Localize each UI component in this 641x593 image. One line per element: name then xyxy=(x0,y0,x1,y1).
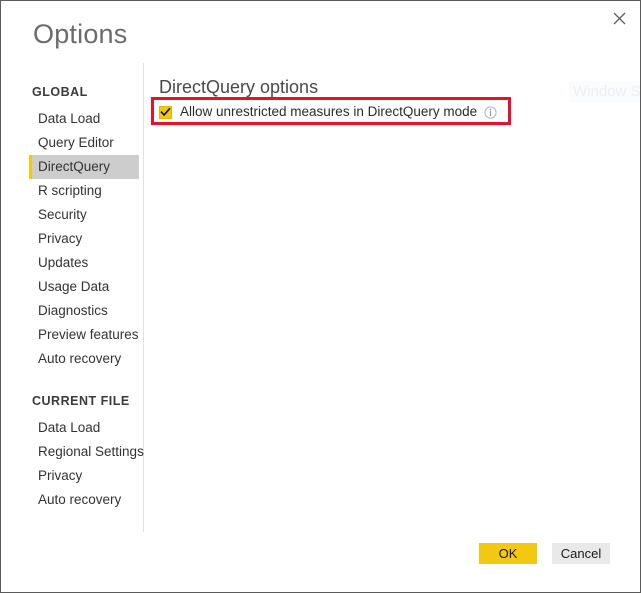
sidebar-item-label: Auto recovery xyxy=(38,351,122,366)
allow-unrestricted-measures-label: Allow unrestricted measures in DirectQue… xyxy=(180,104,478,119)
allow-unrestricted-measures-row[interactable]: Allow unrestricted measures in DirectQue… xyxy=(159,103,497,121)
dialog-footer: OK Cancel xyxy=(1,532,640,592)
section-title: DirectQuery options xyxy=(159,77,319,97)
ok-button[interactable]: OK xyxy=(479,543,537,564)
sidebar-group-header-current-file: CURRENT FILE xyxy=(32,394,130,408)
sidebar-item-security[interactable]: Security xyxy=(29,203,139,227)
sidebar-item-usage-data[interactable]: Usage Data xyxy=(29,275,139,299)
sidebar-item-preview-features[interactable]: Preview features xyxy=(29,323,139,347)
sidebar-item-label: Query Editor xyxy=(38,135,114,150)
sidebar-item-label: Privacy xyxy=(38,231,83,246)
dialog-titlebar: Options xyxy=(1,1,640,63)
selected-accent-bar xyxy=(29,155,32,179)
sidebar-item-label: Auto recovery xyxy=(38,492,122,507)
sidebar-item-query-editor[interactable]: Query Editor xyxy=(29,131,139,155)
sidebar-item-label: Updates xyxy=(38,255,89,270)
sidebar-item-label: Regional Settings xyxy=(38,444,144,459)
sidebar-item-label: Security xyxy=(38,207,87,222)
page-title: Options xyxy=(33,19,128,49)
sidebar-item-diagnostics[interactable]: Diagnostics xyxy=(29,299,139,323)
sidebar-item-label: R scripting xyxy=(38,183,102,198)
sidebar-item-regional-settings[interactable]: Regional Settings xyxy=(29,440,144,464)
sidebar-item-label: Data Load xyxy=(38,111,101,126)
close-button[interactable] xyxy=(602,3,636,33)
sidebar-item-label: Privacy xyxy=(38,468,83,483)
sidebar-item-data-load-global[interactable]: Data Load xyxy=(29,107,139,131)
sidebar-item-privacy-global[interactable]: Privacy xyxy=(29,227,139,251)
sidebar-item-label: Data Load xyxy=(38,420,101,435)
sidebar-item-label: DirectQuery xyxy=(38,159,111,174)
content-pane: DirectQuery options Allow unrestricted m… xyxy=(144,63,640,531)
close-icon xyxy=(613,12,626,25)
cancel-button[interactable]: Cancel xyxy=(552,543,610,564)
sidebar: GLOBAL Data Load Query Editor DirectQuer… xyxy=(1,63,144,531)
sidebar-item-updates[interactable]: Updates xyxy=(29,251,139,275)
info-icon[interactable] xyxy=(484,105,497,119)
sidebar-item-data-load-current-file[interactable]: Data Load xyxy=(29,416,139,440)
sidebar-item-r-scripting[interactable]: R scripting xyxy=(29,179,139,203)
sidebar-item-label: Diagnostics xyxy=(38,303,108,318)
sidebar-item-auto-recovery-current-file[interactable]: Auto recovery xyxy=(29,488,139,512)
sidebar-item-privacy-current-file[interactable]: Privacy xyxy=(29,464,139,488)
sidebar-group-header-global: GLOBAL xyxy=(32,85,88,99)
sidebar-item-directquery[interactable]: DirectQuery xyxy=(29,155,139,179)
allow-unrestricted-measures-checkbox[interactable] xyxy=(159,105,172,119)
sidebar-item-label: Preview features xyxy=(38,327,139,342)
sidebar-item-auto-recovery-global[interactable]: Auto recovery xyxy=(29,347,139,371)
options-dialog: Options Window S GLOBAL Data Load Query … xyxy=(0,0,641,593)
sidebar-item-label: Usage Data xyxy=(38,279,110,294)
